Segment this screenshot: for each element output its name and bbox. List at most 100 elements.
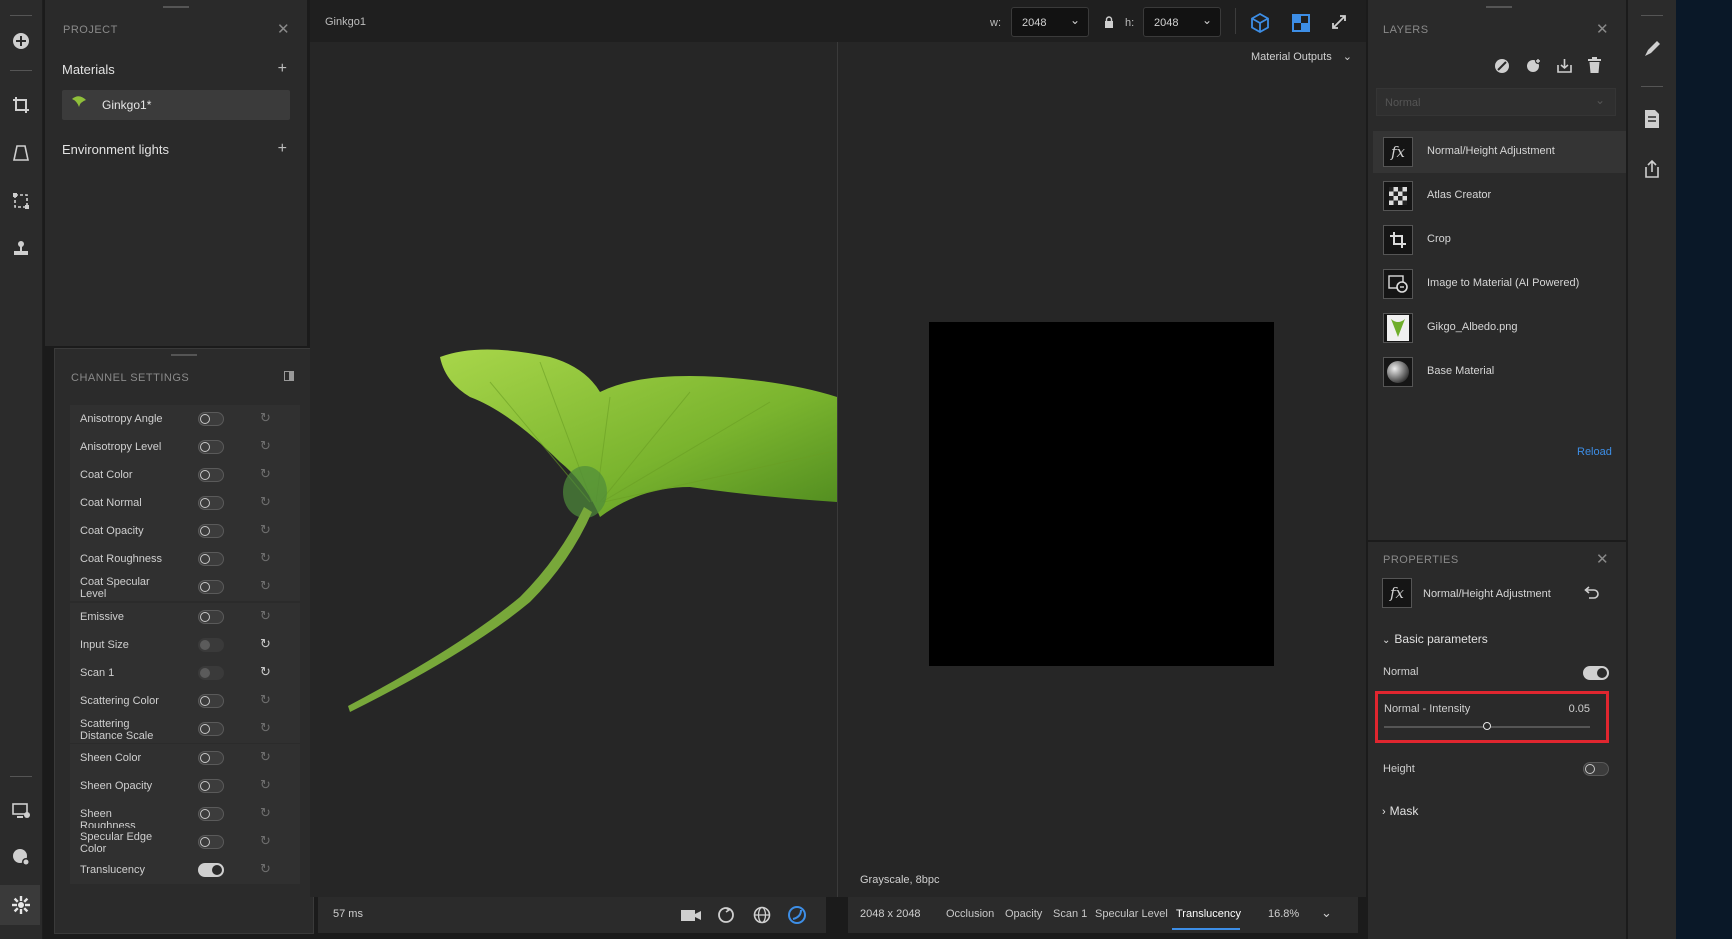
- output-tab-translucency[interactable]: Translucency: [1176, 908, 1241, 920]
- reset-icon[interactable]: ↻: [260, 439, 274, 453]
- material-item[interactable]: Ginkgo1*: [62, 90, 290, 120]
- reset-icon[interactable]: ↻: [260, 834, 274, 848]
- output-tab-opacity[interactable]: Opacity: [1005, 908, 1042, 920]
- channel-toggle[interactable]: [198, 751, 224, 765]
- reload-link[interactable]: Reload: [1577, 446, 1612, 458]
- channel-toggle[interactable]: [198, 666, 224, 680]
- intensity-slider-handle[interactable]: [1483, 722, 1491, 730]
- reset-icon[interactable]: ↻: [260, 693, 274, 707]
- panel-grip[interactable]: [1486, 6, 1512, 8]
- import-icon[interactable]: [1556, 57, 1573, 74]
- normal-toggle[interactable]: [1583, 666, 1609, 680]
- add-env-light-icon[interactable]: +: [278, 140, 287, 158]
- close-icon[interactable]: ✕: [1596, 550, 1609, 568]
- output-tab-specular-level[interactable]: Specular Level: [1095, 908, 1168, 920]
- channel-toggle[interactable]: [198, 440, 224, 454]
- layer-item[interactable]: Gikgo_Albedo.png: [1373, 307, 1626, 349]
- channel-label: Sheen Color: [80, 752, 142, 764]
- add-filter-icon[interactable]: [1525, 57, 1542, 74]
- layer-item[interactable]: Crop: [1373, 219, 1626, 261]
- channel-settings-icon[interactable]: [10, 894, 32, 916]
- reset-icon[interactable]: ↻: [260, 609, 274, 623]
- fullscreen-icon[interactable]: [1330, 13, 1348, 31]
- share-icon[interactable]: [1641, 158, 1663, 180]
- camera-icon[interactable]: [680, 905, 702, 925]
- channel-toggle[interactable]: [198, 524, 224, 538]
- panel-grip[interactable]: [163, 6, 189, 8]
- crop-icon[interactable]: [10, 94, 32, 116]
- reset-icon[interactable]: ↻: [260, 806, 274, 820]
- reset-icon[interactable]: ↻: [260, 411, 274, 425]
- layer-item[interactable]: Base Material: [1373, 351, 1626, 393]
- channel-toggle[interactable]: [198, 863, 224, 877]
- channel-label: Coat Normal: [80, 497, 142, 509]
- basic-parameters-section[interactable]: ⌄ Basic parameters: [1382, 632, 1488, 646]
- layer-item[interactable]: Atlas Creator: [1373, 175, 1626, 217]
- reset-icon[interactable]: ↻: [260, 721, 274, 735]
- layer-item[interactable]: fx Normal/Height Adjustment: [1373, 131, 1626, 173]
- channel-toggle[interactable]: [198, 552, 224, 566]
- export-doc-icon[interactable]: [1641, 108, 1663, 130]
- reset-icon[interactable]: ↻: [260, 665, 274, 679]
- chevron-down-icon[interactable]: ⌄: [1321, 905, 1332, 921]
- globe-icon[interactable]: [752, 905, 772, 925]
- blend-mode-dropdown[interactable]: Normal ⌄: [1376, 88, 1616, 116]
- add-material-icon[interactable]: +: [278, 60, 287, 78]
- output-tab-scan-1[interactable]: Scan 1: [1053, 908, 1087, 920]
- rotate-object-icon[interactable]: [716, 905, 736, 925]
- reset-icon[interactable]: ↻: [260, 778, 274, 792]
- layer-item[interactable]: Image to Material (AI Powered): [1373, 263, 1626, 305]
- width-dropdown[interactable]: 2048 ⌄: [1011, 7, 1089, 37]
- channel-toggle[interactable]: [198, 779, 224, 793]
- environment-settings-icon[interactable]: [10, 846, 32, 868]
- reset-icon[interactable]: ↻: [260, 495, 274, 509]
- reset-icon[interactable]: ↻: [260, 862, 274, 876]
- material-outputs-dropdown[interactable]: Material Outputs ⌄: [1251, 50, 1352, 63]
- perspective-icon[interactable]: [10, 142, 32, 164]
- channel-toggle[interactable]: [198, 610, 224, 624]
- viewport-divider[interactable]: [837, 42, 838, 897]
- panel-layout-icon[interactable]: [284, 371, 294, 381]
- reset-icon[interactable]: ↻: [260, 551, 274, 565]
- height-dropdown[interactable]: 2048 ⌄: [1143, 7, 1221, 37]
- channel-toggle[interactable]: [198, 807, 224, 821]
- document-tab[interactable]: Ginkgo1: [325, 16, 366, 28]
- trash-icon[interactable]: [1587, 57, 1602, 74]
- intensity-slider-track[interactable]: [1384, 722, 1590, 730]
- mask-section[interactable]: › Mask: [1382, 804, 1418, 818]
- light-rotation-icon[interactable]: [787, 905, 807, 925]
- height-toggle[interactable]: [1583, 762, 1609, 776]
- reset-icon[interactable]: ↻: [260, 637, 274, 651]
- reset-icon[interactable]: ↻: [260, 579, 274, 593]
- panel-grip[interactable]: [171, 354, 197, 356]
- close-icon[interactable]: ✕: [277, 20, 290, 38]
- lock-icon[interactable]: [1104, 16, 1114, 28]
- output-tab-occlusion[interactable]: Occlusion: [946, 908, 994, 920]
- brush-icon[interactable]: [1641, 38, 1663, 60]
- channel-toggle[interactable]: [198, 580, 224, 594]
- add-circle-icon[interactable]: [10, 30, 32, 52]
- channel-toggle[interactable]: [198, 722, 224, 736]
- zoom-level[interactable]: 16.8%: [1268, 908, 1299, 920]
- transform-icon[interactable]: [10, 190, 32, 212]
- reset-icon[interactable]: ↻: [260, 467, 274, 481]
- mask-icon[interactable]: [1494, 58, 1510, 74]
- reset-icon[interactable]: ↻: [260, 750, 274, 764]
- channel-toggle[interactable]: [198, 835, 224, 849]
- channel-toggle[interactable]: [198, 638, 224, 652]
- undo-icon[interactable]: [1583, 586, 1599, 600]
- stamp-icon[interactable]: [10, 238, 32, 260]
- channel-label: Anisotropy Angle: [80, 413, 163, 425]
- 2d-view-icon[interactable]: [1290, 12, 1312, 34]
- close-icon[interactable]: ✕: [1596, 20, 1609, 38]
- 3d-viewport[interactable]: [310, 42, 837, 897]
- channel-toggle[interactable]: [198, 496, 224, 510]
- 2d-viewport[interactable]: Material Outputs ⌄ Grayscale, 8bpc: [838, 42, 1366, 897]
- channel-toggle[interactable]: [198, 694, 224, 708]
- display-settings-icon[interactable]: [10, 800, 32, 822]
- 3d-view-icon[interactable]: [1249, 12, 1271, 34]
- channel-toggle[interactable]: [198, 412, 224, 426]
- reset-icon[interactable]: ↻: [260, 523, 274, 537]
- channel-toggle[interactable]: [198, 468, 224, 482]
- intensity-value[interactable]: 0.05: [1569, 703, 1590, 715]
